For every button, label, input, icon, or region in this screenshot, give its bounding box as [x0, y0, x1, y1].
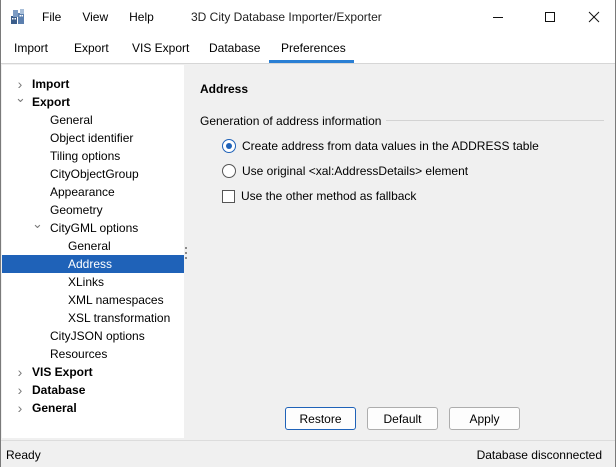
tree-item-export[interactable]: ⌄ Export	[2, 90, 184, 111]
splitter-grip-icon[interactable]	[184, 247, 187, 263]
tab-vis-export[interactable]: VIS Export	[132, 41, 189, 55]
chevron-down-icon[interactable]: ⌄	[15, 89, 26, 107]
tree-item-general[interactable]: General	[2, 111, 184, 129]
chevron-right-icon[interactable]: ›	[15, 381, 25, 399]
tree-item-cityobjectgroup[interactable]: CityObjectGroup	[2, 165, 184, 183]
tree-item-label: General	[32, 401, 77, 415]
group-divider	[386, 120, 604, 121]
checkbox-label[interactable]: Use the other method as fallback	[241, 189, 416, 203]
menu-help[interactable]: Help	[129, 10, 154, 24]
chevron-right-icon[interactable]: ›	[15, 399, 25, 417]
tree-item-vis-export[interactable]: › VIS Export	[2, 363, 184, 381]
tree-item-label: CityObjectGroup	[50, 167, 139, 181]
window-title: 3D City Database Importer/Exporter	[191, 10, 382, 24]
tree-item-database[interactable]: › Database	[2, 381, 184, 399]
tab-database[interactable]: Database	[209, 41, 260, 55]
tree-item-xlinks[interactable]: XLinks	[2, 273, 184, 291]
tree-item-general[interactable]: › General	[2, 399, 184, 417]
tree-item-label: Export	[32, 95, 71, 109]
minimize-button[interactable]	[475, 0, 521, 33]
tab-import[interactable]: Import	[14, 41, 48, 55]
database-icon	[11, 9, 24, 24]
tree-item-xml-namespaces[interactable]: XML namespaces	[2, 291, 184, 309]
tree-item-label: CityJSON options	[50, 329, 145, 343]
restore-button[interactable]: Restore	[285, 407, 356, 430]
tree-item-label: VIS Export	[32, 365, 93, 379]
tree-item-label: General	[50, 113, 93, 127]
title-bar: File View Help 3D City Database Importer…	[1, 0, 615, 33]
apply-button[interactable]: Apply	[449, 407, 520, 430]
radio-button-icon[interactable]	[222, 164, 236, 178]
radio-option-address-table[interactable]: Create address from data values in the A…	[222, 138, 539, 154]
tree-item-label: Resources	[50, 347, 108, 361]
chevron-down-icon[interactable]: ⌄	[32, 215, 43, 233]
radio-label[interactable]: Use original <xal:AddressDetails> elemen…	[242, 164, 468, 178]
tree-item-label: General	[68, 239, 111, 253]
maximize-button[interactable]	[527, 0, 573, 33]
menu-bar: File View Help	[42, 10, 175, 24]
tree-item-label: Import	[32, 77, 70, 91]
menu-file[interactable]: File	[42, 10, 61, 24]
tree-item-label: Tiling options	[50, 149, 121, 163]
radio-option-xal-address-details[interactable]: Use original <xal:AddressDetails> elemen…	[222, 163, 468, 179]
tree-item-label: Database	[32, 383, 86, 397]
tree-item-import[interactable]: › Import	[2, 75, 184, 93]
tab-preferences[interactable]: Preferences	[281, 41, 346, 55]
tree-item-label: CityGML options	[50, 221, 139, 235]
tree-item-xsl-transformation[interactable]: XSL transformation	[2, 309, 184, 327]
tree-item-appearance[interactable]: Appearance	[2, 183, 184, 201]
radio-label[interactable]: Create address from data values in the A…	[242, 139, 539, 153]
tree-item-object-identifier[interactable]: Object identifier	[2, 129, 184, 147]
tree-item-label: XSL transformation	[68, 311, 171, 325]
tree-item-cityjson-options[interactable]: CityJSON options	[2, 327, 184, 345]
tree-item-address[interactable]: Address	[2, 255, 184, 273]
status-text: Ready	[6, 448, 41, 462]
tree-item-label: Appearance	[50, 185, 115, 199]
menu-view[interactable]: View	[82, 10, 108, 24]
tree-item-general[interactable]: General	[2, 237, 184, 255]
tree-item-label: XLinks	[68, 275, 105, 289]
checkbox-icon[interactable]	[222, 189, 235, 203]
radio-button-checked-icon[interactable]	[222, 139, 236, 153]
tree-item-resources[interactable]: Resources	[2, 345, 184, 363]
group-title: Generation of address information	[200, 114, 382, 128]
chevron-right-icon[interactable]: ›	[15, 363, 25, 381]
tree-item-label: Object identifier	[50, 131, 134, 145]
tree-item-citygml-options[interactable]: ⌄ CityGML options	[2, 216, 184, 237]
close-button[interactable]	[571, 0, 616, 33]
preferences-tree: › Import ⌄ Export General Object identifier Ti…	[2, 65, 184, 438]
main-window: File View Help 3D City Database Importer…	[0, 0, 616, 467]
minimize-icon	[493, 16, 503, 18]
status-bar: Ready Database disconnected	[1, 440, 615, 467]
connection-status: Database disconnected	[476, 448, 602, 462]
panel-title: Address	[200, 82, 249, 96]
tab-export[interactable]: Export	[74, 41, 109, 55]
active-tab-indicator	[269, 60, 354, 63]
tree-item-label: XML namespaces	[68, 293, 164, 307]
tree-item-label: Geometry	[50, 203, 103, 217]
default-button[interactable]: Default	[367, 407, 438, 430]
tree-item-geometry[interactable]: Geometry	[2, 201, 184, 219]
tree-item-tiling-options[interactable]: Tiling options	[2, 147, 184, 165]
tree-item-label: Address	[68, 257, 113, 271]
close-icon	[588, 11, 600, 22]
maximize-icon	[545, 11, 555, 22]
checkbox-fallback[interactable]: Use the other method as fallback	[222, 188, 416, 204]
